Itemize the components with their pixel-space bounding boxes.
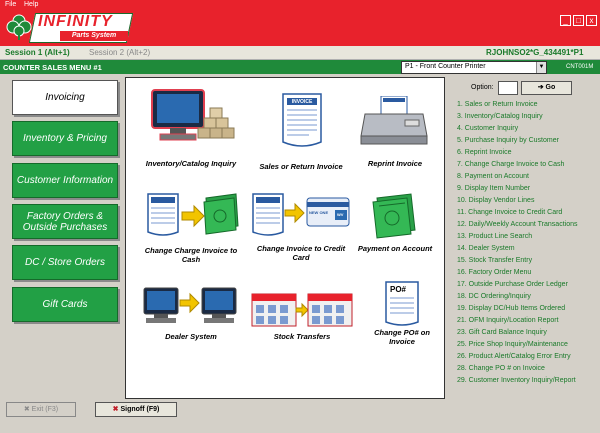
exit-icon: ✖ xyxy=(23,406,32,413)
option-item[interactable]: 11. Change Invoice to Credit Card xyxy=(457,209,562,216)
option-item[interactable]: 5. Purchase Inquiry by Customer xyxy=(457,137,559,144)
tile-caption: Change Charge Invoice to Cash xyxy=(144,246,238,264)
user-session-id: RJOHNSO2*G_434491*P1 xyxy=(486,48,584,57)
money-icon xyxy=(372,193,416,239)
close-button[interactable]: x xyxy=(586,15,597,26)
invoice-to-card-icon xyxy=(252,193,350,236)
option-item[interactable]: 4. Customer Inquiry xyxy=(457,125,518,132)
printer-icon xyxy=(360,96,428,145)
go-arrow-icon: ➔ xyxy=(537,84,546,91)
option-input[interactable] xyxy=(498,81,518,95)
session-bar: Session 1 (Alt+1) Session 2 (Alt+2) RJOH… xyxy=(0,46,600,60)
option-item[interactable]: 7. Change Charge Invoice to Cash xyxy=(457,161,564,168)
nav-invoicing[interactable]: Invoicing xyxy=(12,80,118,115)
option-item[interactable]: 29. Customer Inventory Inquiry/Report xyxy=(457,377,576,384)
tile-sales-return-invoice[interactable]: INVOICE Sales or Return Invoice xyxy=(251,86,351,172)
station-code: CNT001M xyxy=(566,64,594,70)
option-item[interactable]: 14. Dealer System xyxy=(457,245,515,252)
maximize-button[interactable]: □ xyxy=(573,15,584,26)
session-2-tab[interactable]: Session 2 (Alt+2) xyxy=(89,48,150,57)
tile-reprint-invoice[interactable]: Reprint Invoice xyxy=(351,86,439,172)
tile-caption: Sales or Return Invoice xyxy=(259,162,343,171)
option-item[interactable]: 6. Reprint Invoice xyxy=(457,149,511,156)
option-item[interactable]: 13. Product Line Search xyxy=(457,233,532,240)
option-item[interactable]: 3. Inventory/Catalog Inquiry xyxy=(457,113,543,120)
option-item[interactable]: 21. OFM Inquiry/Location Report xyxy=(457,317,559,324)
tile-invoice-to-credit-card[interactable]: NEW ONE WV Change Invoice to Credit Card xyxy=(251,190,351,270)
go-button[interactable]: ➔ Go xyxy=(521,81,572,95)
icon-panel: Inventory/Catalog Inquiry INVOICE Sales … xyxy=(125,77,445,399)
tile-caption: Inventory/Catalog Inquiry xyxy=(145,159,237,168)
monitor-boxes-icon xyxy=(151,89,235,141)
option-item[interactable]: 17. Outside Purchase Order Ledger xyxy=(457,281,568,288)
exit-label: Exit (F3) xyxy=(31,406,59,413)
logo-subtitle: Parts System xyxy=(60,31,128,41)
tile-stock-transfers[interactable]: Stock Transfers xyxy=(248,286,356,350)
logo-name: INFINITY xyxy=(38,13,113,30)
tile-inventory-catalog-inquiry[interactable]: Inventory/Catalog Inquiry xyxy=(136,86,246,172)
go-label: Go xyxy=(545,84,556,91)
option-item[interactable]: 23. Gift Card Balance Inquiry xyxy=(457,329,547,336)
option-item[interactable]: 8. Payment on Account xyxy=(457,173,529,180)
tile-change-po-on-invoice[interactable]: PO# Change PO# on Invoice xyxy=(364,278,440,354)
option-item[interactable]: 15. Stock Transfer Entry xyxy=(457,257,532,264)
menu-title: COUNTER SALES MENU #1 xyxy=(3,63,102,72)
exit-button[interactable]: ✖ Exit (F3) xyxy=(6,402,76,417)
nav-customer-information[interactable]: Customer Information xyxy=(12,163,118,198)
tile-caption: Change PO# on Invoice xyxy=(374,328,430,346)
minimize-button[interactable]: _ xyxy=(560,15,571,26)
clover-logo-icon xyxy=(6,14,32,40)
option-item[interactable]: 18. DC Ordering/Inquiry xyxy=(457,293,531,300)
invoice-to-cash-icon xyxy=(147,193,239,236)
nav-dc-store-orders[interactable]: DC / Store Orders xyxy=(12,245,118,280)
tile-payment-on-account[interactable]: Payment on Account xyxy=(351,190,439,270)
signoff-button[interactable]: ✖ Signoff (F9) xyxy=(95,402,177,417)
chevron-down-icon[interactable]: ▼ xyxy=(536,62,546,73)
option-item[interactable]: 9. Display Item Number xyxy=(457,185,530,192)
option-item[interactable]: 1. Sales or Return Invoice xyxy=(457,101,538,108)
invoice-icon-label: INVOICE xyxy=(291,99,313,105)
menu-help[interactable]: Help xyxy=(24,1,38,8)
option-item[interactable]: 28. Change PO # on Invoice xyxy=(457,365,545,372)
dealer-system-icon xyxy=(143,287,237,323)
tile-caption: Dealer System xyxy=(165,332,217,341)
signoff-label: Signoff (F9) xyxy=(120,406,160,413)
nav-factory-orders[interactable]: Factory Orders & Outside Purchases xyxy=(12,204,118,239)
option-item[interactable]: 25. Price Shop Inquiry/Maintenance xyxy=(457,341,568,348)
tile-invoice-to-cash[interactable]: Change Charge Invoice to Cash xyxy=(136,190,246,270)
stock-transfer-icon xyxy=(251,293,353,327)
tile-caption: Reprint Invoice xyxy=(367,159,423,168)
option-item[interactable]: 16. Factory Order Menu xyxy=(457,269,531,276)
menu-file[interactable]: File xyxy=(5,1,16,8)
option-item[interactable]: 10. Display Vendor Lines xyxy=(457,197,534,204)
printer-select[interactable]: P1 - Front Counter Printer ▼ xyxy=(401,61,547,74)
tile-dealer-system[interactable]: Dealer System xyxy=(136,286,246,350)
menu-bar: File Help xyxy=(0,0,600,10)
printer-value: P1 - Front Counter Printer xyxy=(405,63,486,70)
session-1-tab[interactable]: Session 1 (Alt+1) xyxy=(5,48,70,57)
nav-gift-cards[interactable]: Gift Cards xyxy=(12,287,118,322)
tile-caption: Payment on Account xyxy=(357,244,433,253)
option-label: Option: xyxy=(471,84,494,91)
tile-caption: Stock Transfers xyxy=(273,332,331,341)
card-logo-text: WV xyxy=(337,212,344,217)
option-item[interactable]: 12. Daily/Weekly Account Transactions xyxy=(457,221,577,228)
option-item[interactable]: 26. Product Alert/Catalog Error Entry xyxy=(457,353,571,360)
option-item[interactable]: 19. Display DC/Hub Items Ordered xyxy=(457,305,565,312)
po-icon-label: PO# xyxy=(390,285,407,294)
card-brand-text: NEW ONE xyxy=(309,210,329,215)
nav-inventory-pricing[interactable]: Inventory & Pricing xyxy=(12,121,118,156)
tile-caption: Change Invoice to Credit Card xyxy=(256,244,346,262)
